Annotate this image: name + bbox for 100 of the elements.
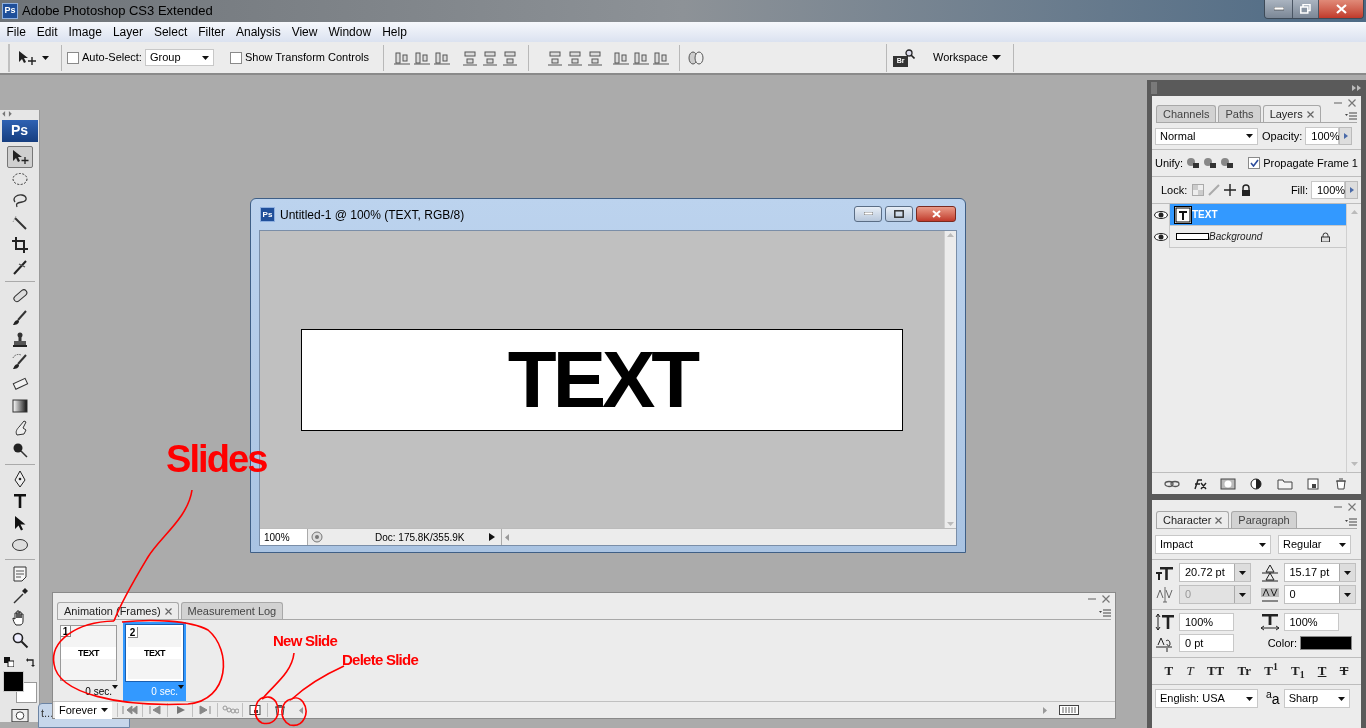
scrollbar[interactable] <box>1346 204 1361 472</box>
lock-position-icon[interactable] <box>1224 184 1237 196</box>
style-button[interactable]: T$_{1}$ <box>1289 661 1307 681</box>
panel-tab[interactable]: Channels <box>1156 105 1217 122</box>
menu-item[interactable]: File <box>1 23 32 41</box>
mask-icon[interactable] <box>1220 477 1237 490</box>
panel-tab[interactable]: Layers <box>1262 105 1321 122</box>
loop-dropdown[interactable]: Forever <box>55 701 112 719</box>
align-icon[interactable] <box>434 49 451 66</box>
panel-tab[interactable]: Character <box>1156 511 1230 528</box>
blend-mode-dropdown[interactable]: Normal <box>1155 127 1258 145</box>
align-icon[interactable] <box>587 49 604 66</box>
adjustment-icon[interactable] <box>1248 477 1265 490</box>
new-layer-icon[interactable] <box>1304 477 1321 490</box>
font-family-dropdown[interactable]: Impact <box>1155 535 1271 554</box>
color-swatches[interactable] <box>2 670 37 703</box>
menu-item[interactable]: Analysis <box>230 23 287 41</box>
folder-icon[interactable] <box>1276 477 1293 490</box>
effects-icon[interactable] <box>1192 477 1209 490</box>
color-swatch[interactable] <box>1300 636 1352 650</box>
close-button[interactable] <box>1318 0 1363 18</box>
menu-item[interactable]: Filter <box>192 23 231 41</box>
panel-tab[interactable]: Paragraph <box>1231 511 1297 528</box>
collapse-icon[interactable] <box>1352 85 1362 91</box>
leading-field[interactable]: 15.17 pt <box>1283 563 1356 582</box>
opacity-field[interactable]: 100% <box>1305 127 1340 145</box>
align-icon[interactable] <box>653 49 670 66</box>
auto-align-icon[interactable] <box>688 49 705 66</box>
menu-item[interactable]: Image <box>63 23 108 41</box>
style-button[interactable]: T <box>1315 661 1329 681</box>
unify-visibility-icon[interactable] <box>1203 157 1218 169</box>
checkbox[interactable] <box>229 51 242 64</box>
tool-button[interactable] <box>6 145 33 168</box>
align-icon[interactable] <box>547 49 564 66</box>
style-button[interactable]: T$^{1}$ <box>1262 661 1280 681</box>
align-icon[interactable] <box>567 49 584 66</box>
menu-item[interactable]: Help <box>376 23 413 41</box>
style-button[interactable]: Tr <box>1235 661 1253 681</box>
stepper-button[interactable] <box>1345 181 1358 199</box>
menu-item[interactable]: View <box>286 23 323 41</box>
unify-position-icon[interactable] <box>1186 157 1201 169</box>
stepper-button[interactable] <box>1339 127 1353 145</box>
panel-tab[interactable]: Measurement Log <box>180 602 284 619</box>
next-frame-icon[interactable] <box>197 705 214 715</box>
align-icon[interactable] <box>613 49 630 66</box>
convert-timeline-icon[interactable] <box>1059 705 1079 715</box>
style-button[interactable]: T <box>1162 661 1176 681</box>
text-layer-thumbnail-icon <box>1174 205 1192 224</box>
unify-style-icon[interactable] <box>1220 157 1235 169</box>
menu-arrow-icon[interactable] <box>488 533 495 541</box>
tracking-field[interactable]: 0 <box>1283 585 1356 604</box>
new-frame-icon[interactable] <box>247 705 264 715</box>
scrollbar[interactable] <box>944 231 956 528</box>
style-button[interactable]: T <box>1337 661 1351 681</box>
panel-tab[interactable]: Paths <box>1218 105 1261 122</box>
vertical-scale-field[interactable]: 100% <box>1179 613 1234 631</box>
language-dropdown[interactable]: English: USA <box>1155 689 1258 708</box>
caret-icon <box>1239 570 1246 575</box>
restore-button[interactable] <box>1292 0 1318 18</box>
eye-icon[interactable] <box>1153 232 1168 241</box>
style-button[interactable]: T <box>1184 661 1196 681</box>
checkbox[interactable] <box>67 51 79 64</box>
align-icon[interactable] <box>414 49 431 66</box>
align-icon[interactable] <box>482 49 499 66</box>
menu-item[interactable]: Window <box>322 23 377 41</box>
animation-frame[interactable]: TEXT 2 0 sec. <box>123 622 186 701</box>
fill-field[interactable]: 100% <box>1311 181 1345 199</box>
align-icon[interactable] <box>633 49 650 66</box>
style-button[interactable]: TT <box>1204 661 1227 681</box>
close-button[interactable] <box>916 205 956 222</box>
panel-menu-icon[interactable] <box>1345 518 1357 526</box>
caret-icon <box>1259 542 1266 547</box>
menu-item[interactable]: Select <box>148 23 193 41</box>
antialias-dropdown[interactable]: Sharp <box>1283 689 1350 708</box>
panel-menu-icon[interactable] <box>1099 609 1111 617</box>
thumbnail-text: TEXT <box>77 648 100 658</box>
lock-all-icon[interactable] <box>1241 184 1252 196</box>
menu-item[interactable]: Edit <box>31 23 64 41</box>
quick-mask-icon[interactable] <box>10 708 29 722</box>
baseline-shift-field[interactable]: 0 pt <box>1179 634 1234 652</box>
workspace-button[interactable]: Workspace <box>933 49 1001 66</box>
auto-select-dropdown[interactable]: Group <box>144 49 214 66</box>
align-icon[interactable] <box>462 49 479 66</box>
zoom-field[interactable]: 100% <box>260 529 308 545</box>
horizontal-scale-field[interactable]: 100% <box>1283 613 1339 631</box>
align-icon[interactable] <box>502 49 519 66</box>
leading-icon <box>1259 563 1280 582</box>
checkbox[interactable] <box>1248 157 1261 169</box>
eye-icon[interactable] <box>1153 210 1168 219</box>
previous-frame-icon[interactable] <box>147 705 164 715</box>
maximize-button[interactable] <box>885 205 913 222</box>
document-title: Untitled-1 @ 100% (TEXT, RGB/8) <box>280 206 465 224</box>
align-icon[interactable] <box>394 49 411 66</box>
first-frame-icon[interactable] <box>122 705 139 715</box>
layer-row[interactable]: Background <box>1152 226 1346 248</box>
panel-menu-icon[interactable] <box>1345 112 1357 120</box>
font-style-dropdown[interactable]: Regular <box>1278 535 1351 554</box>
font-size-field[interactable]: 20.72 pt <box>1179 563 1251 582</box>
minimize-button[interactable] <box>854 205 882 222</box>
menu-item[interactable]: Layer <box>107 23 149 41</box>
